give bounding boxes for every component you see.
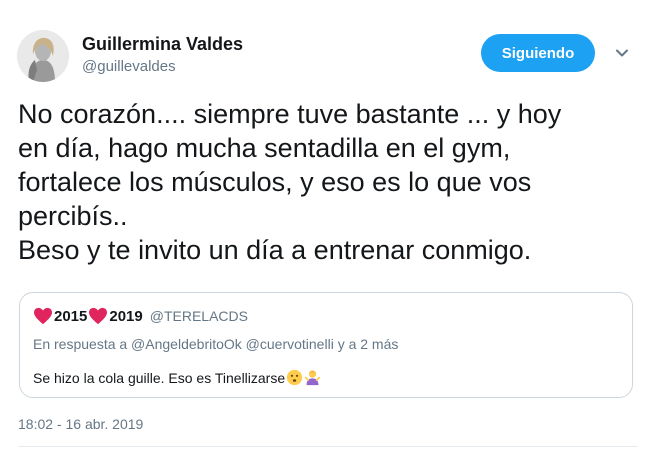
heart-icon	[34, 307, 52, 325]
hushed-face-icon	[286, 369, 303, 386]
chevron-down-icon	[616, 49, 628, 57]
quoted-tweet[interactable]: 2015 2019 @TERELACDS En respuesta a @Ang…	[19, 292, 633, 398]
quoted-tweet-text: Se hizo la cola guille. Eso es Tinelliza…	[33, 369, 321, 386]
heart-icon	[89, 307, 108, 325]
quoted-reply-context: En respuesta a @AngeldebritoOk @cuervoti…	[33, 336, 399, 352]
quoted-author-name-part: 2019	[109, 307, 143, 325]
quoted-author-name-part: 2015	[54, 307, 88, 325]
quoted-tweet-header: 2015 2019 @TERELACDS	[33, 307, 248, 325]
author-info: Guillermina Valdes @guillevaldes	[82, 33, 243, 77]
tweet-timestamp[interactable]: 18:02 - 16 abr. 2019	[18, 416, 143, 432]
tweet-text-line: en día, hago mucha sentadilla en el gym,	[18, 133, 511, 163]
author-avatar[interactable]	[17, 30, 69, 82]
quoted-author-handle: @TERELACDS	[149, 308, 248, 324]
person-shrugging-icon	[304, 370, 321, 386]
tweet-text: No corazón.... siempre tuve bastante ...…	[18, 97, 643, 267]
tweet-text-line: No corazón.... siempre tuve bastante ...…	[18, 99, 562, 129]
divider	[18, 446, 638, 447]
tweet-text-line: percibís..	[18, 201, 128, 231]
profile-photo-icon	[17, 30, 69, 82]
author-name[interactable]: Guillermina Valdes	[82, 33, 243, 55]
tweet-menu-button[interactable]	[612, 43, 632, 63]
tweet-text-line: Beso y te invito un día a entrenar conmi…	[18, 235, 532, 265]
following-button[interactable]: Siguiendo	[481, 34, 595, 72]
tweet-card: Guillermina Valdes @guillevaldes Siguien…	[0, 0, 657, 450]
author-handle[interactable]: @guillevaldes	[82, 57, 243, 77]
tweet-text-line: fortalece los músculos, y eso es lo que …	[18, 167, 532, 197]
quoted-text-content: Se hizo la cola guille. Eso es Tinelliza…	[33, 369, 286, 386]
